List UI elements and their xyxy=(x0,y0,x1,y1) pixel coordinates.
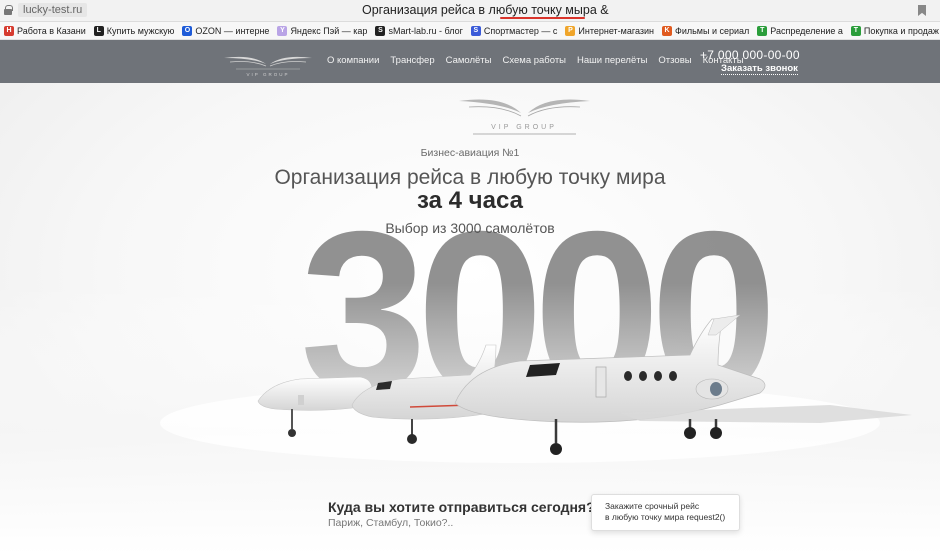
nav-link[interactable]: Самолёты xyxy=(446,55,492,66)
bookmark-favicon-icon: Р xyxy=(565,25,576,36)
bookmark-favicon-icon: T xyxy=(850,25,861,36)
page-title-main: Организация рейса в любую точку xyxy=(362,3,566,17)
nav-link[interactable]: Наши перелёты xyxy=(577,55,647,66)
bookmark-favicon-icon: Y xyxy=(277,25,288,36)
bookmark-label: OZON — интерне xyxy=(195,25,270,36)
page-title-suffix: & xyxy=(596,3,609,17)
bookmark-item[interactable]: T Распределение а xyxy=(753,25,847,36)
bookmark-label: Интернет-магазин xyxy=(578,25,654,36)
nav-link[interactable]: Отзовы xyxy=(658,55,691,66)
callback-link[interactable]: Заказать звонок xyxy=(721,63,798,75)
hero-subline: Выбор из 3000 самолётов xyxy=(385,220,555,236)
bookmarks-bar: H Работа в Казани L Купить мужскую O OZON — и… xyxy=(0,22,940,40)
page-title: Организация рейса в любую точку мыра & xyxy=(362,3,609,17)
destination-question: Куда вы хотите отправиться сегодня? xyxy=(328,499,595,515)
bookmark-icon[interactable] xyxy=(918,5,926,16)
hero-headline-bold: за 4 часа xyxy=(417,187,523,214)
vip-group-logo-icon[interactable]: VIP GROUP xyxy=(222,48,314,78)
bookmark-label: Распределение а xyxy=(770,25,843,36)
phone-number[interactable]: +7 000 000-00-00 xyxy=(700,48,800,62)
cta-line-1: Закажите срочный рейс xyxy=(605,501,700,511)
browser-top-bar: lucky-test.ru Организация рейса в любую … xyxy=(0,0,940,22)
bookmark-item[interactable]: T Покупка и продаж xyxy=(847,25,940,36)
cta-line-2: в любую точку мира request2() xyxy=(605,512,726,522)
urgent-flight-button[interactable]: Закажите срочный рейс в любую точку мира… xyxy=(591,494,740,531)
main-menu: О компании Трансфер Самолёты Схема работы На… xyxy=(327,55,744,66)
hero-section: 3000 xyxy=(0,83,940,554)
bookmark-label: Купить мужскую xyxy=(106,25,175,36)
lock-icon xyxy=(4,5,13,15)
nav-link[interactable]: Трансфер xyxy=(390,55,434,66)
bookmark-label: Спортмастер — с xyxy=(483,25,558,36)
bookmark-item[interactable]: H Работа в Казани xyxy=(0,25,90,36)
bookmark-item[interactable]: S Спортмастер — с xyxy=(467,25,562,36)
bookmark-label: sMart-lab.ru - блог xyxy=(388,25,463,36)
hero-kicker: Бизнес-авиация №1 xyxy=(420,147,520,159)
address-bar[interactable]: lucky-test.ru xyxy=(4,3,88,17)
bookmark-item[interactable]: Y Яндекс Пэй — кар xyxy=(273,25,371,36)
bookmark-label: Работа в Казани xyxy=(17,25,86,36)
nav-link[interactable]: О компании xyxy=(327,55,379,66)
bookmark-favicon-icon: O xyxy=(182,25,193,36)
bookmark-favicon-icon: L xyxy=(93,25,104,36)
bookmark-favicon-icon: K xyxy=(661,25,672,36)
address-text[interactable]: lucky-test.ru xyxy=(18,3,88,17)
spellcheck-underline xyxy=(500,17,585,19)
bookmark-favicon-icon: S xyxy=(375,25,386,36)
bookmark-item[interactable]: O OZON — интерне xyxy=(178,25,273,36)
destination-hint: Париж, Стамбул, Токио?.. xyxy=(328,517,454,529)
hero-logo-icon: VIP GROUP xyxy=(459,99,590,135)
bookmark-favicon-icon: T xyxy=(757,25,768,36)
bookmark-label: Яндекс Пэй — кар xyxy=(290,25,368,36)
bookmark-item[interactable]: K Фильмы и сериал xyxy=(658,25,753,36)
bookmark-item[interactable]: Р Интернет-магазин xyxy=(561,25,658,36)
nav-link[interactable]: Схема работы xyxy=(503,55,567,66)
bookmark-favicon-icon: H xyxy=(4,25,14,36)
nav-logo-text: VIP GROUP xyxy=(247,72,290,77)
bookmark-label: Фильмы и сериал xyxy=(674,25,750,36)
site-header: VIP GROUP О компании Трансфер Самолёты Схем… xyxy=(0,40,940,83)
bookmark-favicon-icon: S xyxy=(470,25,481,36)
bookmark-item[interactable]: L Купить мужскую xyxy=(90,25,179,36)
hero-logo-text: VIP GROUP xyxy=(491,124,557,131)
page-title-typo-word: мыра xyxy=(565,3,597,17)
bookmark-label: Покупка и продаж xyxy=(863,25,939,36)
bookmark-item[interactable]: SsMart-lab.ru - блог xyxy=(371,25,466,36)
